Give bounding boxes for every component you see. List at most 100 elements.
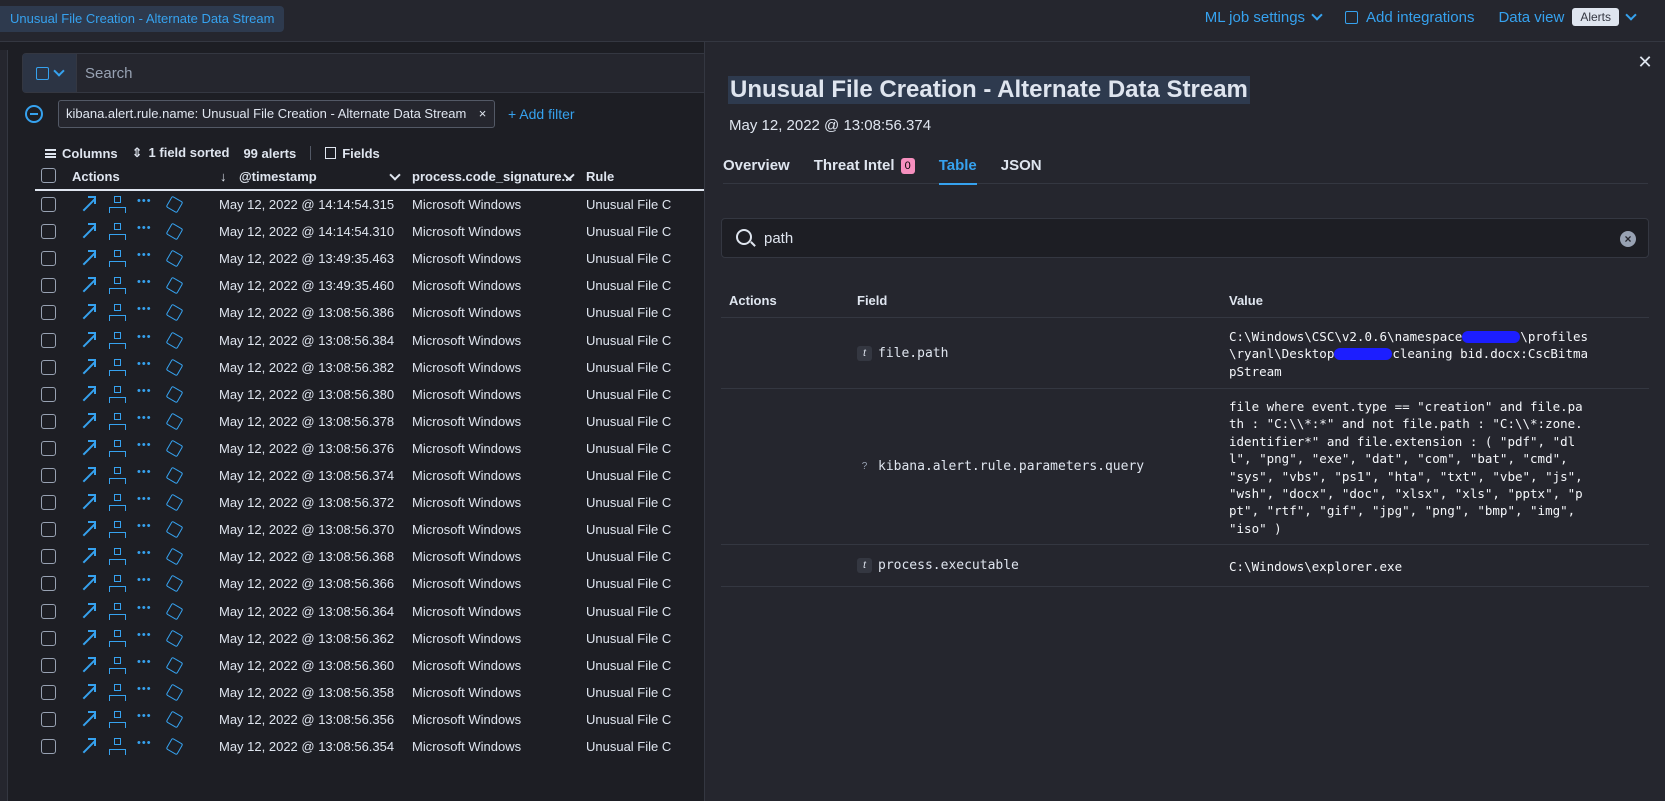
row-checkbox[interactable] <box>41 603 56 619</box>
session-view-icon[interactable] <box>166 657 183 674</box>
expand-icon[interactable] <box>79 250 96 267</box>
session-view-icon[interactable] <box>166 684 183 701</box>
row-checkbox[interactable] <box>41 359 56 375</box>
expand-icon[interactable] <box>79 277 96 294</box>
tab-table[interactable]: Table <box>938 148 977 185</box>
table-row[interactable]: May 12, 2022 @ 13:08:56.368 Microsoft Win… <box>35 544 725 571</box>
analyze-event-icon[interactable] <box>108 602 126 620</box>
chevron-down-icon[interactable] <box>389 169 401 181</box>
row-checkbox[interactable] <box>41 739 56 754</box>
expand-icon[interactable] <box>79 521 96 538</box>
analyze-event-icon[interactable] <box>108 548 126 566</box>
expand-icon[interactable] <box>79 412 96 430</box>
table-row[interactable]: May 12, 2022 @ 13:08:56.370 Microsoft Win… <box>35 517 725 544</box>
sort-arrow-icon[interactable]: ↓ <box>220 169 227 184</box>
expand-icon[interactable] <box>79 358 96 376</box>
analyze-event-icon[interactable] <box>108 710 126 728</box>
session-view-icon[interactable] <box>166 575 183 592</box>
row-checkbox[interactable] <box>41 305 56 321</box>
table-row[interactable]: May 12, 2022 @ 13:08:56.384 Microsoft Win… <box>35 328 725 355</box>
analyze-event-icon[interactable] <box>108 385 126 403</box>
session-view-icon[interactable] <box>166 386 183 403</box>
tab-overview[interactable]: Overview <box>723 148 790 184</box>
more-actions-icon[interactable] <box>137 629 154 647</box>
session-view-icon[interactable] <box>166 332 183 349</box>
analyze-event-icon[interactable] <box>108 196 126 213</box>
more-actions-icon[interactable] <box>137 331 154 349</box>
session-view-icon[interactable] <box>166 196 183 213</box>
add-filter-button[interactable]: + Add filter <box>508 106 575 122</box>
analyze-event-icon[interactable] <box>108 331 126 349</box>
more-actions-icon[interactable] <box>137 222 154 240</box>
analyze-event-icon[interactable] <box>108 683 126 701</box>
more-actions-icon[interactable] <box>137 547 154 565</box>
session-view-icon[interactable] <box>166 711 183 728</box>
analyze-event-icon[interactable] <box>108 358 126 376</box>
table-row[interactable]: May 12, 2022 @ 13:08:56.362 Microsoft Win… <box>35 626 725 653</box>
row-checkbox[interactable] <box>41 657 56 673</box>
table-row[interactable]: May 12, 2022 @ 13:08:56.356 Microsoft Win… <box>35 707 725 734</box>
expand-icon[interactable] <box>79 331 96 349</box>
expand-icon[interactable] <box>79 738 96 755</box>
expand-icon[interactable] <box>79 548 96 565</box>
session-view-icon[interactable] <box>166 440 183 457</box>
expand-icon[interactable] <box>79 656 96 674</box>
saved-query-button[interactable] <box>23 54 77 92</box>
more-actions-icon[interactable] <box>137 439 154 457</box>
session-view-icon[interactable] <box>166 223 183 240</box>
table-row[interactable]: May 12, 2022 @ 13:08:56.358 Microsoft Win… <box>35 680 725 707</box>
fields-button[interactable]: Fields <box>325 146 380 161</box>
table-row[interactable]: May 12, 2022 @ 13:08:56.364 Microsoft Win… <box>35 599 725 626</box>
expand-icon[interactable] <box>79 304 96 321</box>
analyze-event-icon[interactable] <box>108 439 126 457</box>
session-view-icon[interactable] <box>166 304 183 321</box>
more-actions-icon[interactable] <box>137 602 154 620</box>
row-checkbox[interactable] <box>41 684 56 700</box>
session-view-icon[interactable] <box>166 630 183 647</box>
session-view-icon[interactable] <box>166 603 183 620</box>
tab-json[interactable]: JSON <box>1001 148 1042 184</box>
table-row[interactable]: May 12, 2022 @ 13:08:56.386 Microsoft Win… <box>35 300 725 327</box>
table-row[interactable]: May 12, 2022 @ 13:08:56.380 Microsoft Win… <box>35 382 725 409</box>
more-actions-icon[interactable] <box>137 683 154 701</box>
row-checkbox[interactable] <box>41 495 56 511</box>
analyze-event-icon[interactable] <box>108 250 126 268</box>
expand-icon[interactable] <box>79 196 96 213</box>
more-actions-icon[interactable] <box>137 737 154 755</box>
table-row[interactable]: May 12, 2022 @ 14:14:54.310 Microsoft Win… <box>35 219 725 246</box>
row-checkbox[interactable] <box>41 332 56 348</box>
table-row[interactable]: May 12, 2022 @ 13:08:56.374 Microsoft Win… <box>35 463 725 490</box>
more-actions-icon[interactable] <box>137 710 154 728</box>
add-integrations-button[interactable]: Add integrations <box>1345 9 1474 26</box>
more-actions-icon[interactable] <box>137 574 154 592</box>
expand-icon[interactable] <box>79 602 96 620</box>
chevron-down-icon[interactable] <box>563 169 575 181</box>
more-actions-icon[interactable] <box>137 412 154 430</box>
table-row[interactable]: May 12, 2022 @ 13:08:56.378 Microsoft Win… <box>35 409 725 436</box>
more-actions-icon[interactable] <box>137 195 154 213</box>
table-row[interactable]: May 12, 2022 @ 13:49:35.460 Microsoft Win… <box>35 273 725 300</box>
expand-icon[interactable] <box>79 223 96 240</box>
breadcrumb[interactable]: Unusual File Creation - Alternate Data S… <box>0 6 285 32</box>
expand-icon[interactable] <box>79 683 96 701</box>
session-view-icon[interactable] <box>166 413 183 430</box>
filter-menu-icon[interactable] <box>25 105 43 123</box>
session-view-icon[interactable] <box>166 467 183 484</box>
filter-pill[interactable]: kibana.alert.rule.name: Unusual File Cre… <box>58 100 496 128</box>
columns-button[interactable]: Columns <box>45 146 118 161</box>
row-checkbox[interactable] <box>41 549 56 565</box>
more-actions-icon[interactable] <box>137 385 154 403</box>
close-icon[interactable]: ✕ <box>1637 53 1653 71</box>
expand-icon[interactable] <box>79 575 96 592</box>
clear-icon[interactable]: × <box>1620 231 1636 247</box>
column-timestamp[interactable]: @timestamp <box>239 169 317 184</box>
row-checkbox[interactable] <box>41 278 56 294</box>
analyze-event-icon[interactable] <box>108 738 126 755</box>
expand-icon[interactable] <box>79 385 96 403</box>
session-view-icon[interactable] <box>166 548 183 565</box>
session-view-icon[interactable] <box>166 359 183 376</box>
session-view-icon[interactable] <box>166 277 183 294</box>
row-checkbox[interactable] <box>41 576 56 592</box>
field-search-input[interactable] <box>764 219 1584 257</box>
row-checkbox[interactable] <box>41 386 56 402</box>
